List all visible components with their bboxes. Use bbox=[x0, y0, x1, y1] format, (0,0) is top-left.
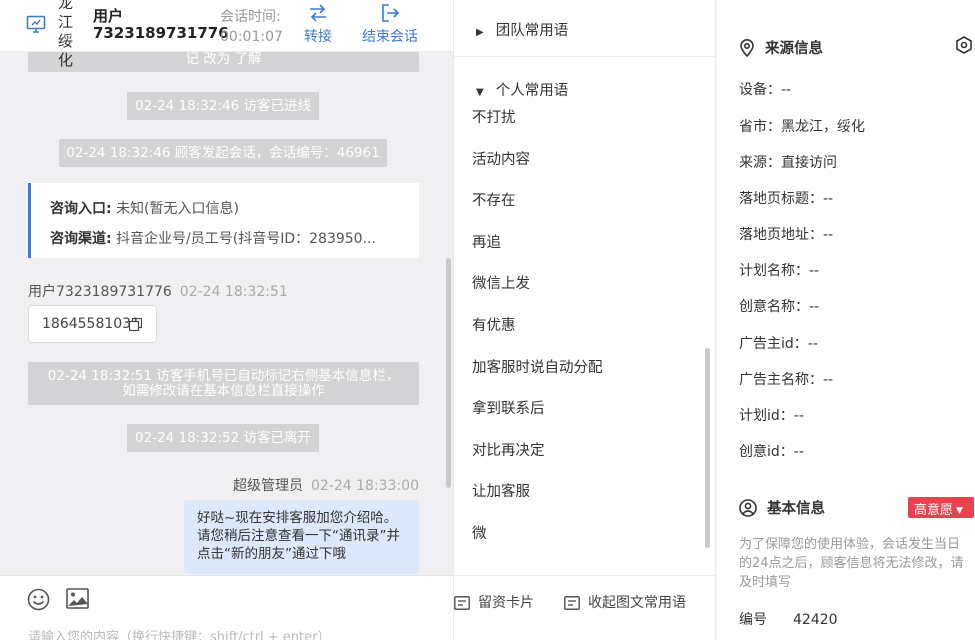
system-message: 02-24 18:32:46 顾客发起会话，会话编号：46961 bbox=[59, 139, 387, 167]
number-value: 42420 bbox=[793, 612, 838, 628]
basic-info-title: 基本信息 bbox=[739, 497, 825, 518]
visitor-user: 用户 7323189731776 bbox=[93, 8, 229, 42]
logout-icon bbox=[362, 4, 418, 22]
team-phrases-group[interactable]: ▶ 团队常用语 bbox=[476, 19, 568, 40]
caret-down-icon: ▼ bbox=[956, 506, 963, 516]
user-label: 用户 bbox=[93, 7, 124, 25]
message-input[interactable] bbox=[28, 630, 428, 640]
info-notice: 为了保障您的使用体验，会话发生当日的24点之后，顾客信息将无法修改，请及时填写 bbox=[739, 537, 964, 590]
transfer-icon bbox=[304, 4, 332, 22]
settings-icon[interactable] bbox=[955, 36, 973, 58]
phrase-item[interactable]: 不打扰 bbox=[472, 106, 516, 127]
phrase-item[interactable]: 拿到联系后 bbox=[472, 397, 545, 418]
consult-channel-value: 抖音企业号/员工号(抖音号ID：283950... bbox=[116, 231, 376, 247]
number-field: 编号 42420 bbox=[739, 609, 838, 629]
phrase-item[interactable]: 微信上发 bbox=[472, 272, 530, 293]
info-field: 计划id：-- bbox=[739, 408, 804, 424]
end-session-button[interactable]: 结束会话 bbox=[362, 4, 418, 46]
phone-number: 18645581031 bbox=[42, 316, 140, 332]
phrase-item[interactable]: 活动内容 bbox=[472, 148, 530, 169]
copy-icon[interactable] bbox=[128, 317, 143, 335]
session-time-label: 会话时间: bbox=[220, 9, 281, 25]
info-field: 创意id：-- bbox=[739, 444, 804, 460]
collapse-phrases-button[interactable]: 收起图文常用语 bbox=[564, 592, 686, 612]
visitor-time: 02-24 18:32:51 bbox=[179, 284, 288, 300]
user-id: 7323189731776 bbox=[93, 24, 229, 42]
transfer-label: 转接 bbox=[304, 29, 332, 45]
info-field: 省市：黑龙江，绥化 bbox=[739, 119, 865, 135]
intent-badge-dropdown[interactable]: 高意愿 ▼ bbox=[908, 497, 974, 518]
phrase-item[interactable]: 微 bbox=[472, 522, 487, 543]
visitor-sender: 用户7323189731776 02-24 18:32:51 bbox=[28, 281, 288, 301]
composer bbox=[0, 575, 453, 640]
session-time-value: 00:01:07 bbox=[220, 29, 283, 45]
phrase-item[interactable]: 对比再决定 bbox=[472, 439, 545, 460]
chat-panel: 记 改为 了解 02-24 18:32:46 访客已进线 02-24 18:32… bbox=[0, 0, 453, 640]
monitor-icon bbox=[26, 14, 46, 34]
info-field: 设备：-- bbox=[739, 82, 792, 98]
phrase-item[interactable]: 有优惠 bbox=[472, 314, 516, 335]
image-icon[interactable] bbox=[66, 588, 89, 613]
location-pin-icon bbox=[740, 39, 754, 58]
system-message: 02-24 18:32:52 访客已离开 bbox=[127, 424, 319, 452]
consult-entry-label: 咨询入口: bbox=[50, 201, 112, 217]
card-icon bbox=[454, 596, 470, 610]
consult-info-card: 咨询入口: 未知(暂无入口信息) 咨询渠道: 抖音企业号/员工号(抖音号ID：2… bbox=[28, 183, 419, 258]
system-message: 02-24 18:32:51 访客手机号已自动标记右侧基本信息栏， 如需修改请在… bbox=[28, 362, 419, 405]
message-list[interactable]: 记 改为 了解 02-24 18:32:46 访客已进线 02-24 18:32… bbox=[0, 0, 453, 575]
agent-message-bubble: 好哒~现在安排客服加您介绍哈。请您稍后注意查看一下“通讯录”并点击“新的朋友”通… bbox=[184, 500, 419, 574]
info-field: 落地页标题：-- bbox=[739, 191, 834, 207]
phrase-item[interactable]: 加客服时说自动分配 bbox=[472, 356, 603, 377]
source-info-title: 来源信息 bbox=[739, 37, 823, 58]
emoji-icon[interactable] bbox=[27, 588, 50, 615]
end-session-label: 结束会话 bbox=[362, 29, 418, 45]
consult-channel-label: 咨询渠道: bbox=[50, 231, 112, 247]
user-circle-icon bbox=[739, 499, 757, 517]
personal-phrases-group[interactable]: ▼ 个人常用语 bbox=[476, 79, 568, 100]
agent-time: 02-24 18:33:00 bbox=[310, 478, 419, 494]
chat-scrollbar[interactable] bbox=[446, 258, 451, 488]
phrase-item[interactable]: 让加客服 bbox=[472, 480, 530, 501]
info-field: 创意名称：-- bbox=[739, 299, 820, 315]
consult-entry-value: 未知(暂无入口信息) bbox=[116, 201, 239, 217]
info-field: 来源：直接访问 bbox=[739, 155, 837, 171]
info-field: 计划名称：-- bbox=[739, 263, 820, 279]
visitor-location: 龙江绥化 bbox=[58, 0, 74, 69]
agent-name: 超级管理员 bbox=[232, 478, 303, 494]
number-label: 编号 bbox=[739, 612, 767, 628]
phrases-scrollbar[interactable] bbox=[705, 348, 710, 548]
system-message: 02-24 18:32:46 访客已进线 bbox=[127, 92, 319, 120]
lead-card-button[interactable]: 留资卡片 bbox=[454, 592, 534, 612]
info-field: 广告主名称：-- bbox=[739, 372, 834, 388]
message-icon bbox=[564, 596, 580, 610]
info-panel: 来源信息 设备：-- 省市：黑龙江，绥化 来源：直接访问 落地页标题：-- 落地… bbox=[717, 0, 975, 640]
info-field: 落地页地址：-- bbox=[739, 227, 834, 243]
phrase-item[interactable]: 再追 bbox=[472, 231, 501, 252]
caret-down-icon: ▼ bbox=[476, 87, 484, 98]
phrase-item[interactable]: 不存在 bbox=[472, 189, 516, 210]
transfer-button[interactable]: 转接 bbox=[304, 4, 332, 46]
info-field: 广告主id：-- bbox=[739, 336, 818, 352]
agent-sender: 超级管理员 02-24 18:33:00 bbox=[233, 475, 419, 495]
phrases-footer: 留资卡片 收起图文常用语 bbox=[454, 575, 715, 640]
visitor-name: 用户7323189731776 bbox=[28, 284, 172, 300]
phrases-panel: ▶ 团队常用语 ▼ 个人常用语 不打扰 活动内容 不存在 再追 微信上发 有优惠 加… bbox=[453, 0, 716, 640]
chat-header: 龙江绥化 用户 7323189731776 会话时间: 00:01:07 转接 … bbox=[0, 0, 453, 69]
phone-message: 18645581031 bbox=[28, 305, 157, 343]
caret-right-icon: ▶ bbox=[476, 27, 484, 38]
